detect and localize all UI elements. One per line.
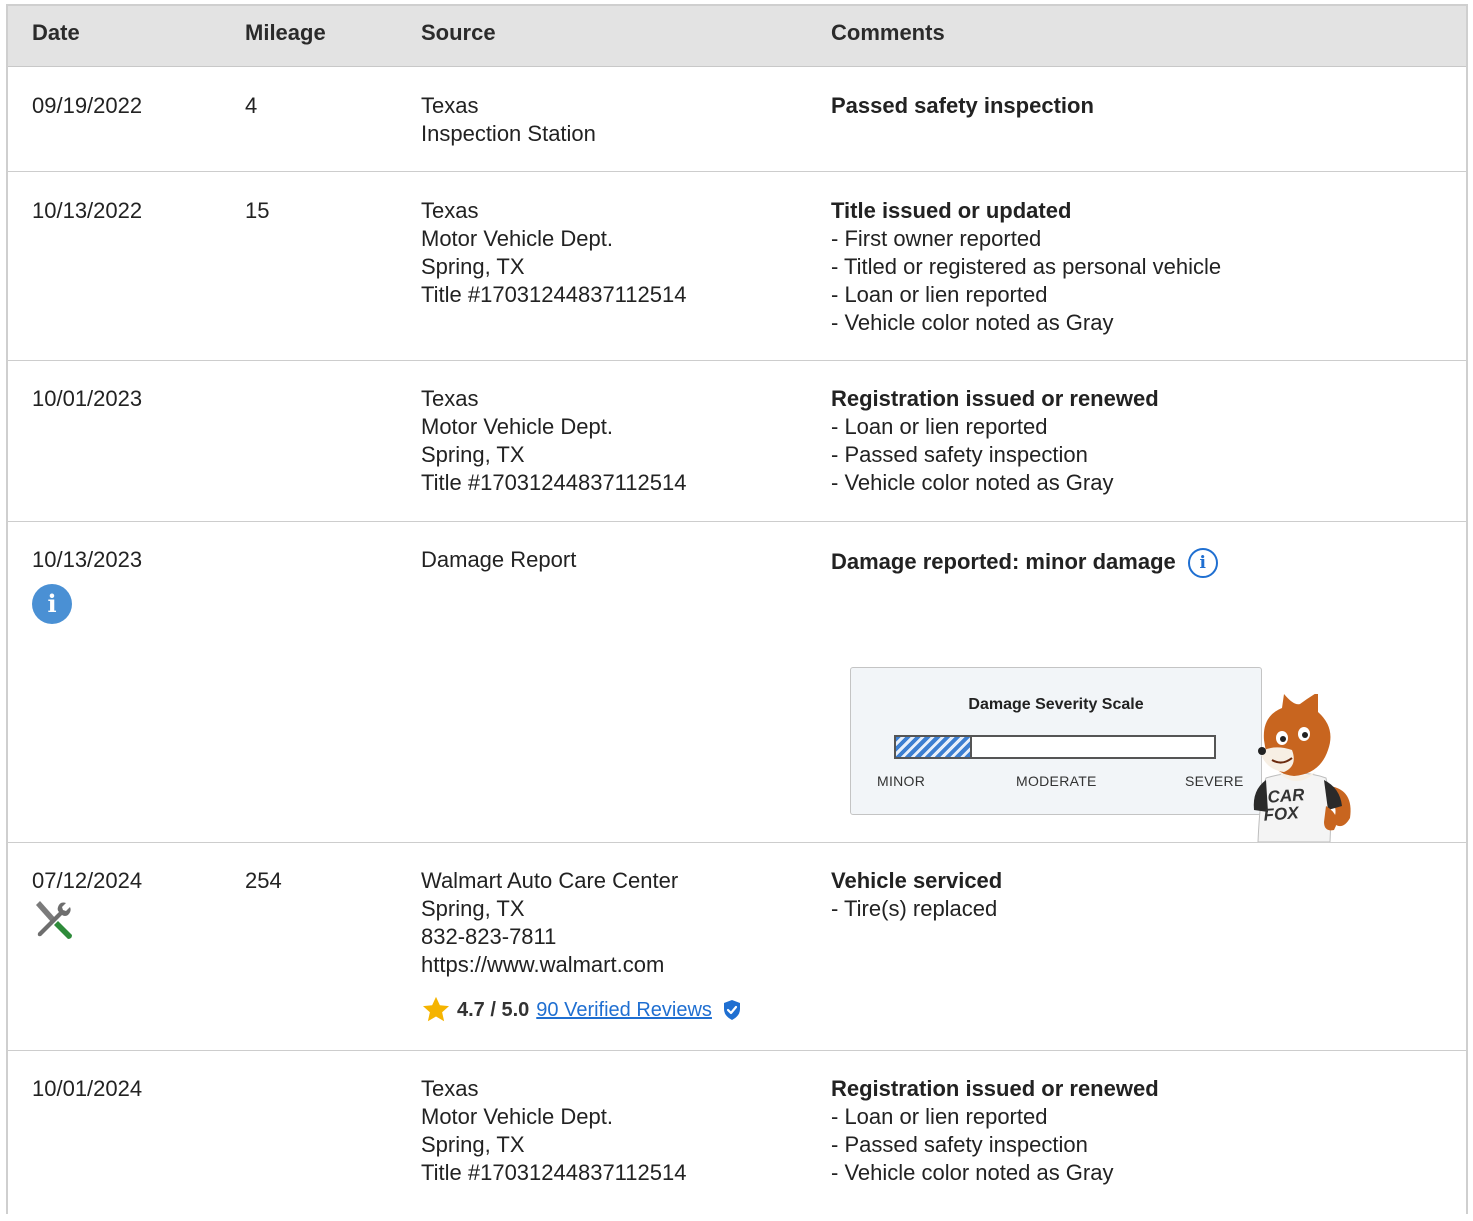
row-comments: Title issued or updated - First owner re…	[831, 197, 1221, 337]
scale-title: Damage Severity Scale	[968, 696, 1144, 713]
table-row: 10/13/2022 15 Texas Motor Vehicle Dept. …	[8, 172, 1466, 361]
mascot-shirt-text: FOX	[1263, 803, 1301, 825]
source-line: Damage Report	[421, 547, 577, 572]
info-icon[interactable]: i	[32, 584, 72, 624]
severity-bar-fill	[896, 737, 973, 757]
comment-item: - Loan or lien reported	[831, 1104, 1048, 1129]
row-date: 10/01/2023	[32, 386, 143, 411]
row-date: 10/01/2024	[32, 1076, 143, 1101]
row-date: 09/19/2022	[32, 93, 143, 118]
source-line: Texas	[421, 93, 479, 118]
damage-severity-scale: Damage Severity Scale MINOR MODERATE SEV…	[850, 667, 1262, 815]
row-comments: Passed safety inspection	[831, 92, 1094, 120]
verified-shield-icon	[723, 1000, 740, 1020]
source-line: Title #17031244837112514	[421, 1160, 687, 1185]
row-date-text: 10/13/2023	[32, 547, 143, 572]
table-row: 10/01/2024 Texas Motor Vehicle Dept. Spr…	[8, 1051, 1466, 1221]
row-comments: Damage reported: minor damage i	[831, 548, 1218, 579]
rating-score: 4.7 / 5.0	[457, 998, 530, 1021]
comment-item: - Vehicle color noted as Gray	[831, 1160, 1114, 1185]
source-line: https://www.walmart.com	[421, 952, 665, 977]
comment-title-text: Damage reported: minor damage	[831, 549, 1176, 574]
row-comments: Registration issued or renewed - Loan or…	[831, 1075, 1159, 1187]
row-mileage: 254	[245, 868, 282, 893]
verified-reviews-link[interactable]: 90 Verified Reviews	[536, 999, 712, 1022]
source-line: Title #17031244837112514	[421, 470, 687, 495]
table-row: 10/13/2023 i Damage Report Damage report…	[8, 522, 1466, 843]
source-line: Spring, TX	[421, 254, 525, 279]
row-date: 10/13/2022	[32, 198, 143, 223]
comment-title: Vehicle serviced	[831, 868, 1003, 893]
row-source: Texas Inspection Station	[421, 92, 596, 148]
star-icon	[423, 996, 449, 1022]
row-source: Texas Motor Vehicle Dept. Spring, TX Tit…	[421, 1075, 686, 1187]
shop-rating: 4.7 / 5.0 90 Verified Reviews	[421, 995, 742, 1025]
source-line: Inspection Station	[421, 121, 596, 146]
comment-title: Title issued or updated	[831, 198, 1072, 223]
scale-label-moderate: MODERATE	[1016, 773, 1097, 789]
source-line: Spring, TX	[421, 896, 525, 921]
vehicle-history-table: Date Mileage Source Comments 09/19/2022 …	[6, 4, 1468, 1214]
source-line: Motor Vehicle Dept.	[421, 1104, 613, 1129]
header-source[interactable]: Source	[421, 20, 496, 46]
row-date-text: 07/12/2024	[32, 868, 143, 893]
severity-bar	[894, 735, 1216, 759]
header-date[interactable]: Date	[32, 20, 80, 46]
row-source: Texas Motor Vehicle Dept. Spring, TX Tit…	[421, 197, 686, 309]
source-line: Texas	[421, 386, 479, 411]
row-comments: Registration issued or renewed - Loan or…	[831, 385, 1159, 497]
source-line: Spring, TX	[421, 1132, 525, 1157]
comment-item: - Loan or lien reported	[831, 414, 1048, 439]
table-row: 07/12/2024 254 Walmart Auto Care Center …	[8, 843, 1466, 1051]
comment-item: - Passed safety inspection	[831, 442, 1088, 467]
info-outline-icon[interactable]: i	[1187, 548, 1218, 579]
comment-item: - Loan or lien reported	[831, 282, 1048, 307]
source-line: Texas	[421, 198, 479, 223]
comment-item: - Passed safety inspection	[831, 1132, 1088, 1157]
header-mileage[interactable]: Mileage	[245, 20, 326, 46]
comment-item: - Titled or registered as personal vehic…	[831, 254, 1222, 279]
source-line: Title #17031244837112514	[421, 282, 687, 307]
row-source: Texas Motor Vehicle Dept. Spring, TX Tit…	[421, 385, 686, 497]
comment-title: Registration issued or renewed	[831, 1076, 1159, 1101]
comment-title: Damage reported: minor damage i	[831, 548, 1218, 579]
comment-title: Passed safety inspection	[831, 93, 1094, 118]
table-row: 10/01/2023 Texas Motor Vehicle Dept. Spr…	[8, 361, 1466, 522]
row-mileage: 4	[245, 93, 258, 118]
row-date: 10/13/2023 i	[32, 546, 142, 624]
table-header: Date Mileage Source Comments	[8, 6, 1466, 67]
service-tools-icon	[36, 901, 72, 939]
source-line: 832-823-7811	[421, 924, 557, 949]
carfox-mascot-icon: CAR FOX	[1253, 694, 1351, 842]
scale-label-minor: MINOR	[877, 773, 926, 789]
source-line: Texas	[421, 1076, 479, 1101]
header-comments[interactable]: Comments	[831, 20, 945, 46]
row-date: 07/12/2024	[32, 867, 142, 941]
comment-item: - First owner reported	[831, 226, 1042, 251]
source-line: Motor Vehicle Dept.	[421, 226, 613, 251]
source-line: Spring, TX	[421, 442, 525, 467]
source-line: Walmart Auto Care Center	[421, 868, 679, 893]
row-mileage: 15	[245, 198, 270, 223]
source-line: Motor Vehicle Dept.	[421, 414, 613, 439]
row-source: Damage Report	[421, 546, 576, 574]
comment-item: - Vehicle color noted as Gray	[831, 310, 1114, 335]
row-comments: Vehicle serviced - Tire(s) replaced	[831, 867, 1002, 923]
comment-title: Registration issued or renewed	[831, 386, 1159, 411]
table-row: 09/19/2022 4 Texas Inspection Station Pa…	[8, 66, 1466, 172]
comment-item: - Tire(s) replaced	[831, 896, 998, 921]
comment-item: - Vehicle color noted as Gray	[831, 470, 1114, 495]
row-source: Walmart Auto Care Center Spring, TX 832-…	[421, 867, 678, 979]
scale-label-severe: SEVERE	[1185, 773, 1244, 789]
